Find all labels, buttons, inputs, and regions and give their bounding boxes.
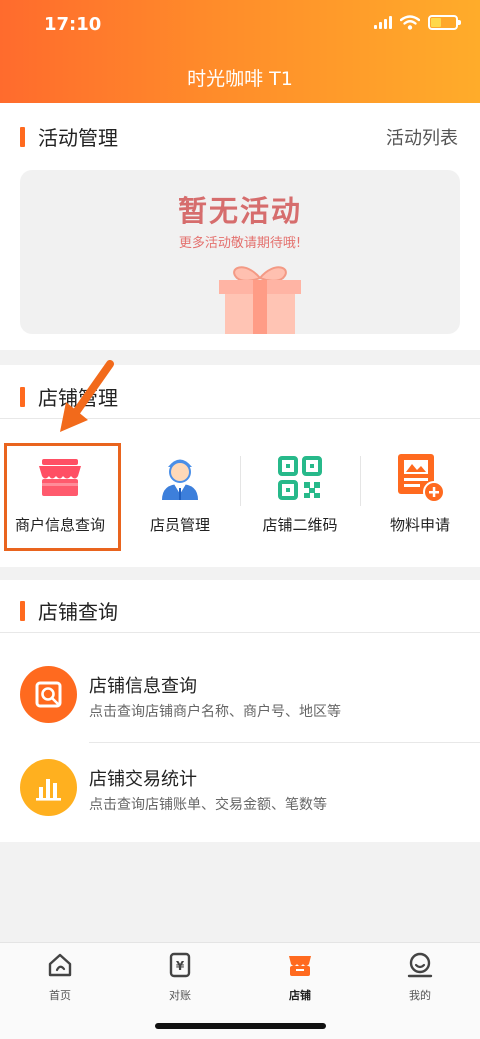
tab-label: 店铺 [289, 989, 311, 1002]
search-info-icon [20, 666, 77, 723]
grid-item-material-apply[interactable]: 物料申请 [360, 440, 480, 550]
store-query-label: 店铺查询 [38, 600, 118, 624]
store-icon [289, 956, 311, 976]
page-title: 时光咖啡 T1 [187, 68, 293, 90]
svg-text:¥: ¥ [176, 959, 185, 973]
tab-label: 首页 [49, 989, 71, 1002]
signal-icon [374, 16, 392, 29]
gift-icon [219, 266, 301, 334]
empty-activity-banner: 暂无活动 更多活动敬请期待哦! [20, 170, 460, 334]
reconcile-icon: ¥ [169, 952, 191, 978]
tab-store[interactable]: 店铺 [240, 951, 360, 1003]
tab-profile[interactable]: 我的 [360, 951, 480, 1003]
bar-chart-icon [20, 759, 77, 816]
divider [0, 632, 480, 633]
battery-icon [428, 15, 461, 30]
qr-code-icon [278, 456, 322, 500]
empty-title: 暂无活动 [177, 194, 302, 228]
grid-label: 店铺二维码 [262, 516, 338, 534]
activity-section-label: 活动管理 [38, 126, 118, 150]
profile-icon [407, 952, 433, 978]
home-indicator [155, 1023, 326, 1029]
status-time: 17:10 [44, 14, 102, 35]
tab-label: 我的 [409, 989, 431, 1002]
store-transaction-stats-row[interactable]: 店铺交易统计 点击查询店铺账单、交易金额、笔数等 [0, 743, 480, 835]
activity-section-title: 活动管理 [20, 122, 118, 151]
section-marker [20, 386, 25, 407]
grid-label: 店员管理 [149, 516, 210, 534]
activity-list-link[interactable]: 活动列表 [386, 124, 458, 150]
status-icons [374, 15, 461, 30]
query-title: 店铺信息查询 [89, 676, 197, 697]
empty-subtitle: 更多活动敬请期待哦! [178, 236, 302, 251]
store-info-query-row[interactable]: 店铺信息查询 点击查询店铺商户名称、商户号、地区等 [0, 650, 480, 742]
arrow-annotation-icon [60, 360, 114, 432]
store-query-section-title: 店铺查询 [20, 596, 118, 625]
tab-reconcile[interactable]: ¥ 对账 [120, 951, 240, 1003]
section-marker [20, 126, 25, 147]
grid-item-store-qr[interactable]: 店铺二维码 [240, 440, 360, 550]
query-title: 店铺交易统计 [89, 769, 197, 790]
tab-label: 对账 [169, 989, 191, 1002]
home-icon [48, 953, 72, 977]
grid-item-staff[interactable]: 店员管理 [120, 440, 240, 550]
material-apply-icon [398, 454, 445, 503]
grid-label: 物料申请 [389, 516, 450, 534]
wifi-icon [400, 15, 420, 30]
staff-icon [162, 459, 198, 500]
section-marker [20, 600, 25, 621]
tab-home[interactable]: 首页 [0, 951, 120, 1003]
highlight-box [4, 443, 121, 551]
query-desc: 点击查询店铺商户名称、商户号、地区等 [89, 704, 341, 720]
query-desc: 点击查询店铺账单、交易金额、笔数等 [89, 797, 327, 813]
app-header: 17:10 时光咖啡 T1 [0, 0, 480, 103]
